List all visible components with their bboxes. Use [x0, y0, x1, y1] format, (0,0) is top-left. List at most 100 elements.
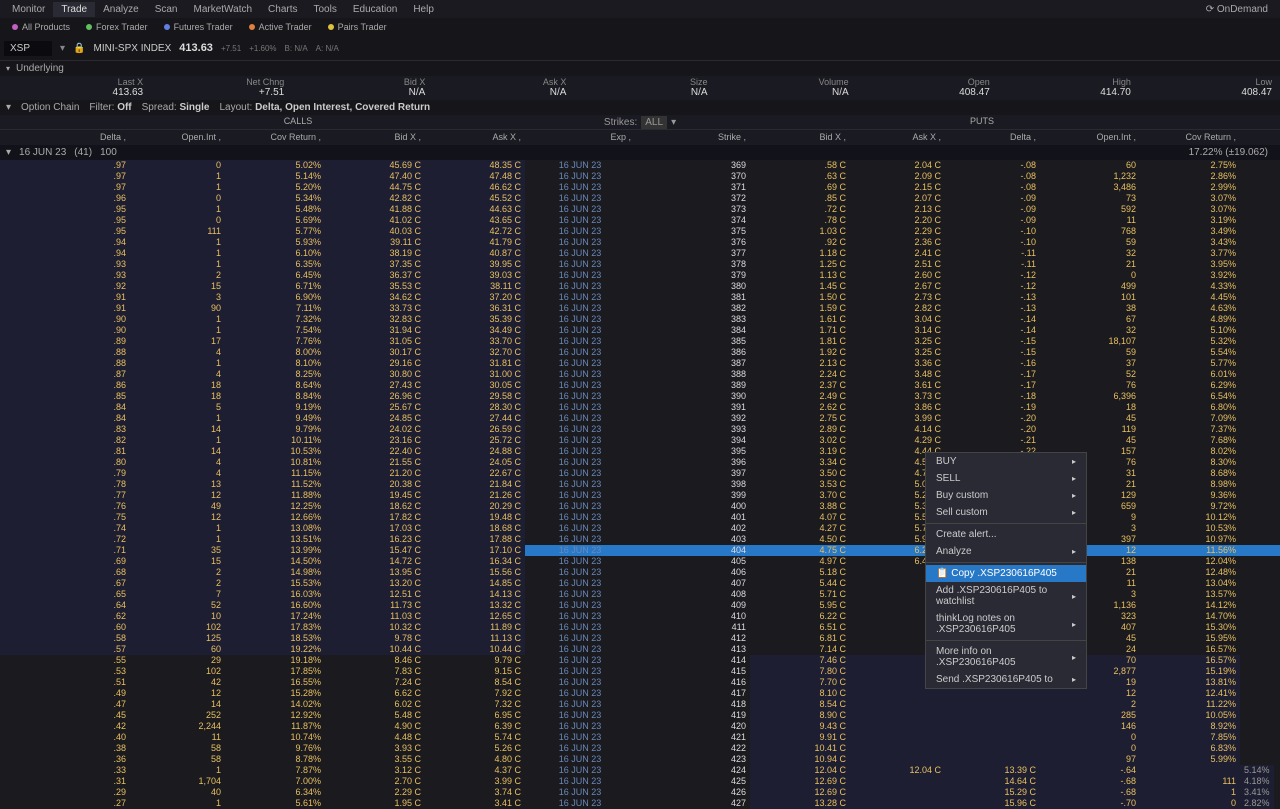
option-row[interactable]: .67215.53%13.20 C14.85 C16 JUN 234075.44…	[0, 578, 1280, 589]
option-row[interactable]: .38589.76%3.93 C5.26 C16 JUN 2342210.41 …	[0, 743, 1280, 754]
toolbar-futures-trader[interactable]: Futures Trader	[156, 21, 241, 33]
menu-item[interactable]: 📋 Copy .XSP230616P405	[926, 565, 1086, 582]
option-row[interactable]: .5812518.53%9.78 C11.13 C16 JUN 234126.8…	[0, 633, 1280, 644]
layout-value[interactable]: Delta, Open Interest, Covered Return	[255, 102, 430, 113]
option-row[interactable]: .4525212.92%5.48 C6.95 C16 JUN 234198.90…	[0, 710, 1280, 721]
col-exp[interactable]: Exp ,	[525, 130, 635, 145]
option-row[interactable]: .781311.52%20.38 C21.84 C16 JUN 233983.5…	[0, 479, 1280, 490]
strikes-value[interactable]: ALL	[641, 116, 667, 129]
symbol-input[interactable]	[4, 41, 52, 56]
collapse-icon[interactable]: ▾	[6, 147, 11, 158]
col-askx[interactable]: Ask X ,	[425, 130, 525, 145]
menu-marketwatch[interactable]: MarketWatch	[186, 2, 261, 17]
dropdown-icon[interactable]: ▾	[671, 117, 676, 128]
toolbar-forex-trader[interactable]: Forex Trader	[78, 21, 156, 33]
option-row[interactable]: .576019.22%10.44 C10.44 C16 JUN 234137.1…	[0, 644, 1280, 655]
toolbar-active-trader[interactable]: Active Trader	[241, 21, 320, 33]
option-row[interactable]: .5310217.85%7.83 C9.15 C16 JUN 234157.80…	[0, 666, 1280, 677]
menu-item[interactable]: Analyze▸	[926, 543, 1086, 560]
option-row[interactable]: .3317.87%3.12 C4.37 C16 JUN 2342412.04 C…	[0, 765, 1280, 776]
option-row[interactable]: .79411.15%21.20 C22.67 C16 JUN 233973.50…	[0, 468, 1280, 479]
option-row[interactable]: .491215.28%6.62 C7.92 C16 JUN 234178.10 …	[0, 688, 1280, 699]
col-covret[interactable]: Cov Return ,	[1140, 130, 1240, 145]
menu-item[interactable]: Buy custom▸	[926, 487, 1086, 504]
option-row[interactable]: .9416.10%38.19 C40.87 C16 JUN 233771.18 …	[0, 248, 1280, 259]
option-row[interactable]: .8848.00%30.17 C32.70 C16 JUN 233861.92 …	[0, 347, 1280, 358]
option-row[interactable]: .764912.25%18.62 C20.29 C16 JUN 234003.8…	[0, 501, 1280, 512]
menu-item[interactable]: More info on .XSP230616P405▸	[926, 643, 1086, 671]
context-menu[interactable]: BUY▸SELL▸Buy custom▸Sell custom▸ Create a…	[925, 452, 1087, 689]
menu-item[interactable]: thinkLog notes on .XSP230616P405▸	[926, 610, 1086, 638]
option-row[interactable]: .9136.90%34.62 C37.20 C16 JUN 233811.50 …	[0, 292, 1280, 303]
dropdown-icon[interactable]: ▾	[60, 43, 65, 54]
option-row[interactable]: .6010217.83%10.32 C11.89 C16 JUN 234116.…	[0, 622, 1280, 633]
option-row[interactable]: .80410.81%21.55 C24.05 C16 JUN 233963.34…	[0, 457, 1280, 468]
underlying-section[interactable]: ▾ Underlying	[0, 60, 1280, 76]
col-askx[interactable]: Ask X ,	[850, 130, 945, 145]
option-row[interactable]: .9415.93%39.11 C41.79 C16 JUN 23376.92 C…	[0, 237, 1280, 248]
option-row[interactable]: .9715.20%44.75 C46.62 C16 JUN 23371.69 C…	[0, 182, 1280, 193]
col-openint[interactable]: Open.Int ,	[130, 130, 225, 145]
option-row[interactable]: .9605.34%42.82 C45.52 C16 JUN 23372.85 C…	[0, 193, 1280, 204]
menu-help[interactable]: Help	[405, 2, 442, 17]
menu-charts[interactable]: Charts	[260, 2, 305, 17]
col-strike[interactable]: Strike ,	[635, 130, 750, 145]
menu-monitor[interactable]: Monitor	[4, 2, 53, 17]
option-row[interactable]: .691514.50%14.72 C16.34 C16 JUN 234054.9…	[0, 556, 1280, 567]
option-row[interactable]: .72113.51%16.23 C17.88 C16 JUN 234034.50…	[0, 534, 1280, 545]
collapse-icon[interactable]: ▾	[6, 102, 11, 113]
option-row[interactable]: .311,7047.00%2.70 C3.99 C16 JUN 2342512.…	[0, 776, 1280, 787]
option-row[interactable]: .811410.53%22.40 C24.88 C16 JUN 233953.1…	[0, 446, 1280, 457]
menu-scan[interactable]: Scan	[147, 2, 186, 17]
menu-education[interactable]: Education	[345, 2, 405, 17]
menu-item[interactable]: Send .XSP230616P405 to▸	[926, 671, 1086, 688]
filter-value[interactable]: Off	[117, 102, 131, 113]
option-row[interactable]: .83149.79%24.02 C26.59 C16 JUN 233932.89…	[0, 424, 1280, 435]
menu-item[interactable]: Add .XSP230616P405 to watchlist▸	[926, 582, 1086, 610]
option-row[interactable]: .9017.32%32.83 C35.39 C16 JUN 233831.61 …	[0, 314, 1280, 325]
option-row[interactable]: .9705.02%45.69 C48.35 C16 JUN 23369.58 C…	[0, 160, 1280, 171]
option-row[interactable]: .9017.54%31.94 C34.49 C16 JUN 233841.71 …	[0, 325, 1280, 336]
menu-analyze[interactable]: Analyze	[95, 2, 147, 17]
col-delta[interactable]: Delta ,	[0, 130, 130, 145]
lock-icon[interactable]: 🔒	[73, 43, 85, 54]
option-row[interactable]: .9505.69%41.02 C43.65 C16 JUN 23374.78 C…	[0, 215, 1280, 226]
option-row[interactable]: .8459.19%25.67 C28.30 C16 JUN 233912.62 …	[0, 402, 1280, 413]
collapse-icon[interactable]: ▾	[6, 64, 10, 73]
option-row[interactable]: .68214.98%13.95 C15.56 C16 JUN 234065.18…	[0, 567, 1280, 578]
option-row[interactable]: .8818.10%29.16 C31.81 C16 JUN 233872.13 …	[0, 358, 1280, 369]
menu-item[interactable]: BUY▸	[926, 453, 1086, 470]
option-row[interactable]: .645216.60%11.73 C13.32 C16 JUN 234095.9…	[0, 600, 1280, 611]
option-row[interactable]: .422,24411.87%4.90 C6.39 C16 JUN 234209.…	[0, 721, 1280, 732]
menu-tools[interactable]: Tools	[305, 2, 344, 17]
option-row[interactable]: .36588.78%3.55 C4.80 C16 JUN 2342310.94 …	[0, 754, 1280, 765]
option-row[interactable]: .552919.18%8.46 C9.79 C16 JUN 234147.46 …	[0, 655, 1280, 666]
option-row[interactable]: .8419.49%24.85 C27.44 C16 JUN 233922.75 …	[0, 413, 1280, 424]
option-row[interactable]: .621017.24%11.03 C12.65 C16 JUN 234106.2…	[0, 611, 1280, 622]
menu-item[interactable]: Create alert...	[926, 526, 1086, 543]
toolbar-pairs-trader[interactable]: Pairs Trader	[320, 21, 395, 33]
option-row[interactable]: .9316.35%37.35 C39.95 C16 JUN 233781.25 …	[0, 259, 1280, 270]
option-row[interactable]: .9715.14%47.40 C47.48 C16 JUN 23370.63 C…	[0, 171, 1280, 182]
toolbar-all-products[interactable]: All Products	[4, 21, 78, 33]
option-row[interactable]: .74113.08%17.03 C18.68 C16 JUN 234024.27…	[0, 523, 1280, 534]
menu-item[interactable]: SELL▸	[926, 470, 1086, 487]
option-row[interactable]: .751212.66%17.82 C19.48 C16 JUN 234014.0…	[0, 512, 1280, 523]
col-bidx[interactable]: Bid X ,	[750, 130, 850, 145]
option-row[interactable]: .951115.77%40.03 C42.72 C16 JUN 233751.0…	[0, 226, 1280, 237]
option-row[interactable]: .471414.02%6.02 C7.32 C16 JUN 234188.54 …	[0, 699, 1280, 710]
col-covret[interactable]: Cov Return ,	[225, 130, 325, 145]
option-row[interactable]: .8748.25%30.80 C31.00 C16 JUN 233882.24 …	[0, 369, 1280, 380]
option-row[interactable]: .29406.34%2.29 C3.74 C16 JUN 2342612.69 …	[0, 787, 1280, 798]
option-row[interactable]: .713513.99%15.47 C17.10 C16 JUN 234044.7…	[0, 545, 1280, 556]
col-delta[interactable]: Delta ,	[945, 130, 1040, 145]
menu-item[interactable]: Sell custom▸	[926, 504, 1086, 521]
option-row[interactable]: .91907.11%33.73 C36.31 C16 JUN 233821.59…	[0, 303, 1280, 314]
col-bidx[interactable]: Bid X ,	[325, 130, 425, 145]
spread-value[interactable]: Single	[179, 102, 209, 113]
col-openint[interactable]: Open.Int ,	[1040, 130, 1140, 145]
menu-trade[interactable]: Trade	[53, 2, 95, 17]
option-row[interactable]: .9515.48%41.88 C44.63 C16 JUN 23373.72 C…	[0, 204, 1280, 215]
option-row[interactable]: .85188.84%26.96 C29.58 C16 JUN 233902.49…	[0, 391, 1280, 402]
option-row[interactable]: .65716.03%12.51 C14.13 C16 JUN 234085.71…	[0, 589, 1280, 600]
